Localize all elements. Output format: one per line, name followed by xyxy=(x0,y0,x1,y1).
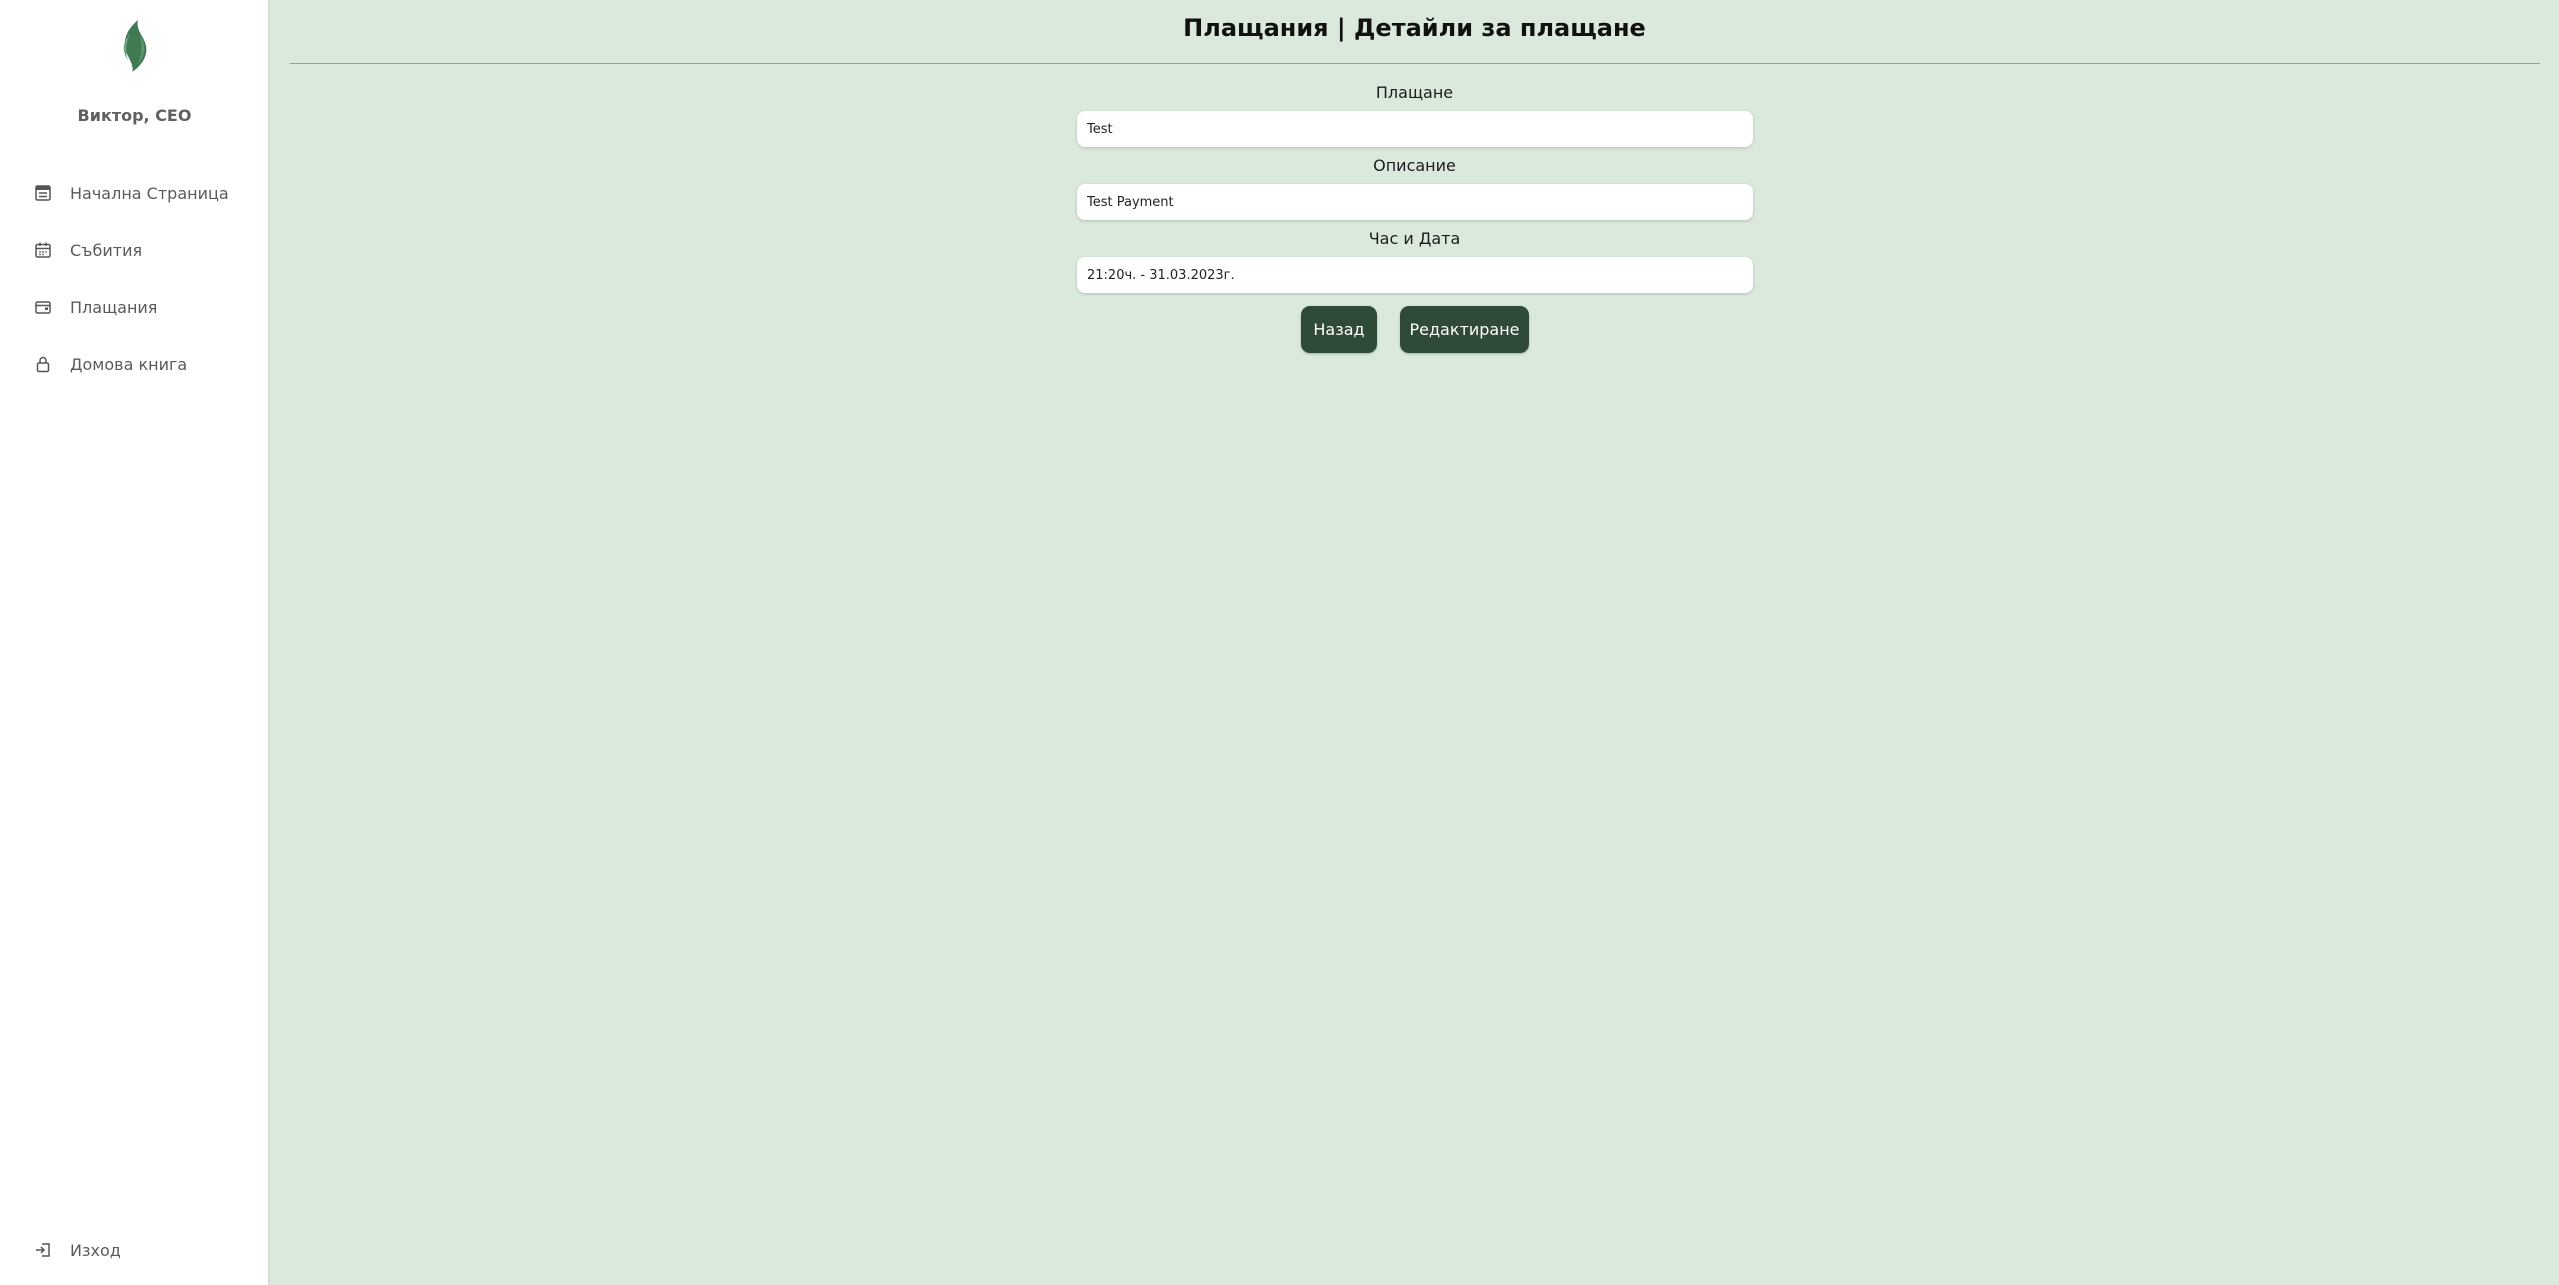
logout-label: Изход xyxy=(70,1240,121,1260)
sidebar-item-events[interactable]: Събития xyxy=(34,235,142,265)
sidebar-item-label: Домова книга xyxy=(70,354,188,374)
user-name: Виктор, CEO xyxy=(77,106,192,125)
description-field[interactable]: Test Payment xyxy=(1077,184,1753,220)
payment-label: Плащане xyxy=(1375,83,1454,102)
leaf-logo-icon[interactable] xyxy=(114,18,158,74)
title-divider xyxy=(290,63,2540,64)
sidebar-item-house-book[interactable]: Домова книга xyxy=(34,349,187,379)
lock-icon xyxy=(34,355,52,373)
sidebar-item-home[interactable]: Начална Страница xyxy=(34,178,229,208)
sidebar-item-label: Начална Страница xyxy=(70,183,229,203)
description-label: Описание xyxy=(1373,156,1456,175)
payment-field[interactable]: Test xyxy=(1077,111,1753,147)
page-title: Плащания | Детайли за плащане xyxy=(1183,14,1646,42)
datetime-label: Час и Дата xyxy=(1368,229,1461,248)
logout-button[interactable]: Изход xyxy=(34,1235,121,1265)
calendar-icon xyxy=(34,241,52,259)
logout-icon xyxy=(34,1241,52,1259)
list-icon xyxy=(34,184,52,202)
edit-button[interactable]: Редактиране xyxy=(1400,306,1529,353)
sidebar-item-label: Плащания xyxy=(70,297,158,317)
main-content: Плащания | Детайли за плащане Плащане Te… xyxy=(270,0,2559,1285)
sidebar-item-payments[interactable]: Плащания xyxy=(34,292,157,322)
wallet-icon xyxy=(34,298,52,316)
sidebar-item-label: Събития xyxy=(70,240,143,260)
sidebar: Виктор, CEO Начална Страница Събития Пла… xyxy=(0,0,269,1285)
back-button[interactable]: Назад xyxy=(1301,306,1377,353)
datetime-field[interactable]: 21:20ч. - 31.03.2023г. xyxy=(1077,257,1753,293)
